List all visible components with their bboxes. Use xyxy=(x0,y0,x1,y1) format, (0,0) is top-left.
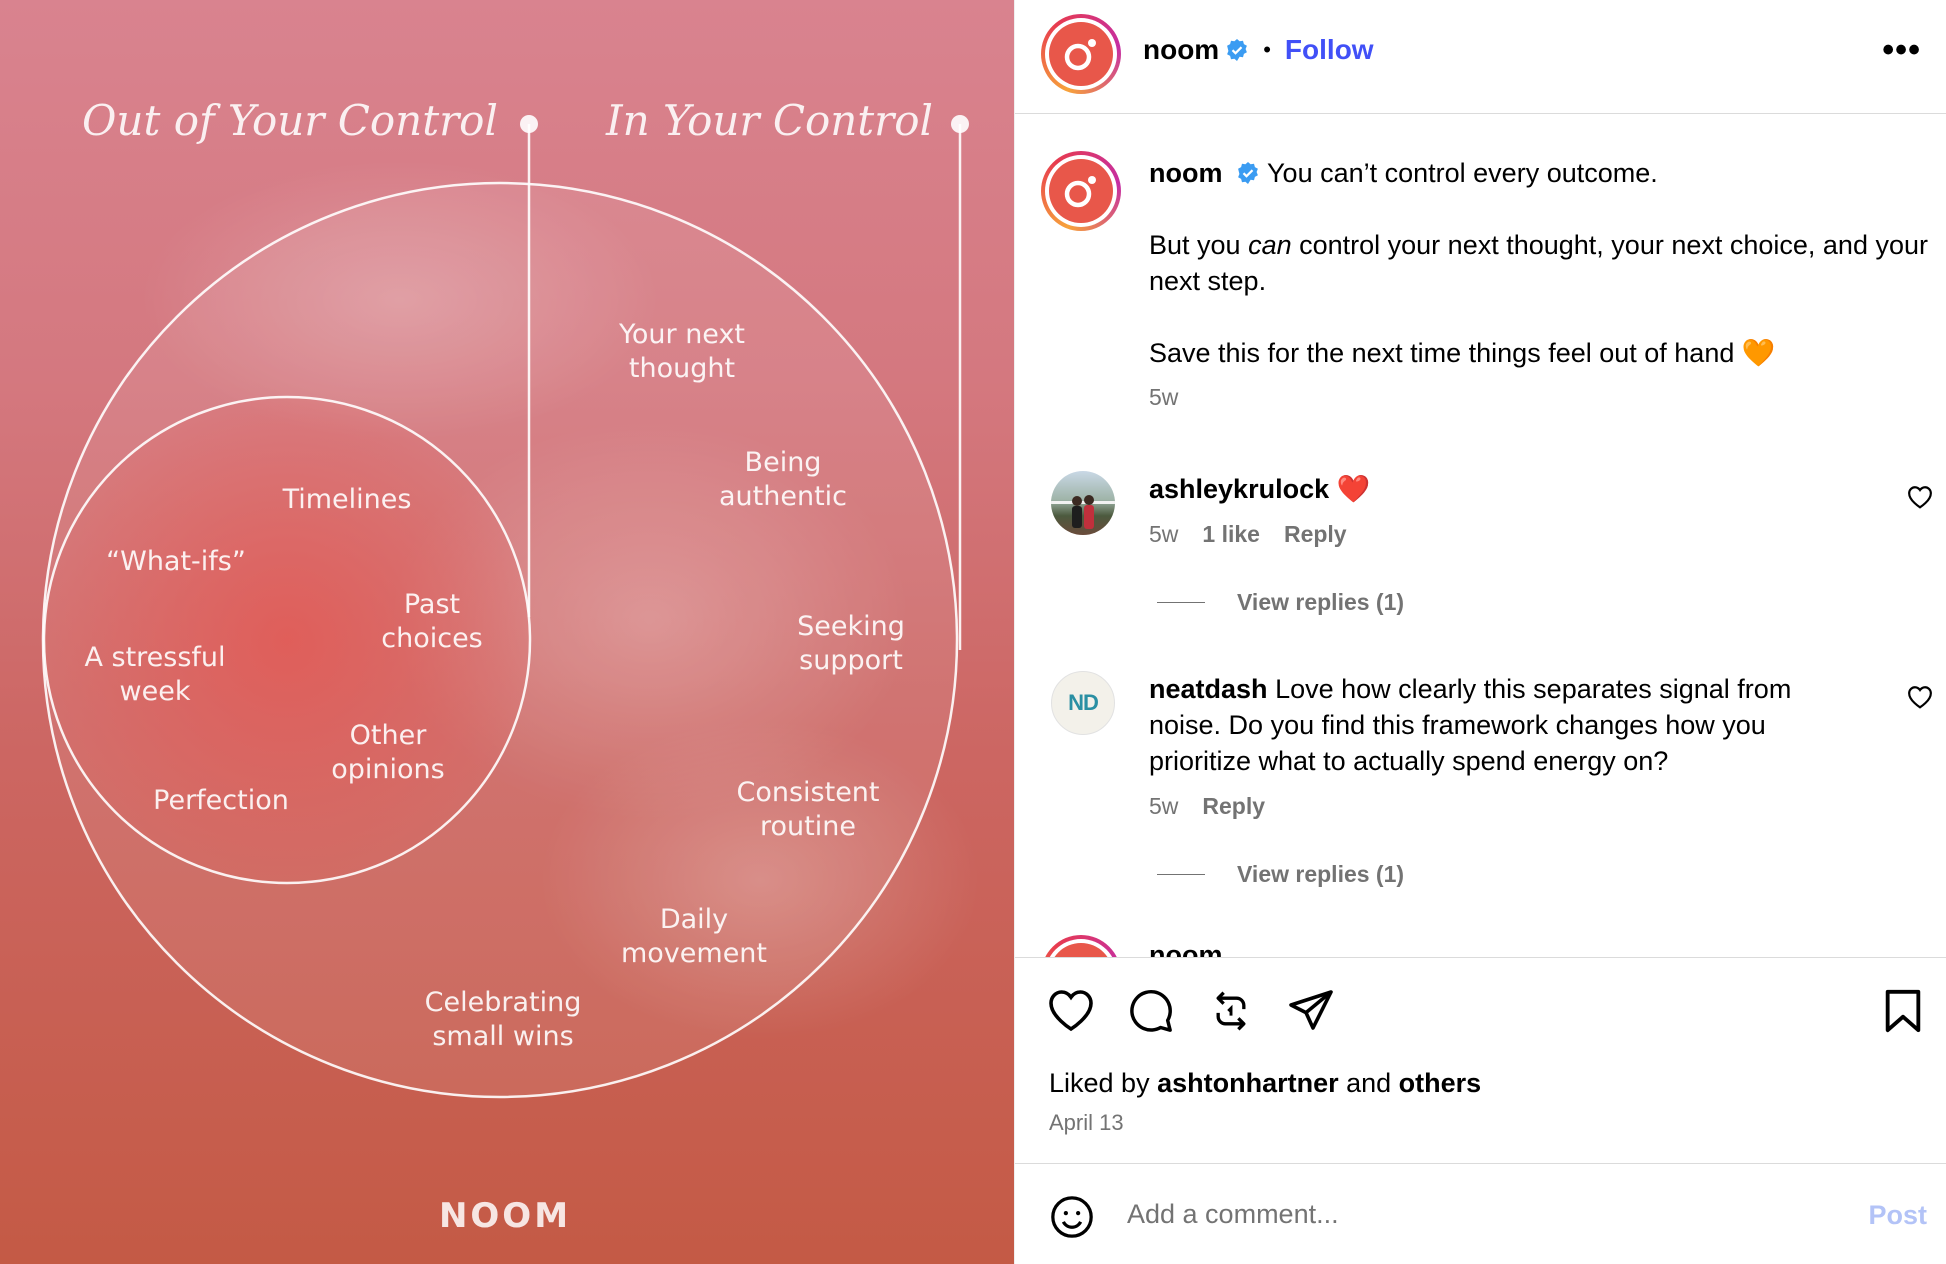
label-being-authentic: Being authentic xyxy=(718,447,848,512)
caption-timestamp[interactable]: 5w xyxy=(1149,379,1929,415)
comment-username[interactable]: noom xyxy=(1149,940,1223,957)
caption-line-1: You can’t control every outcome. xyxy=(1267,158,1658,188)
author-avatar[interactable] xyxy=(1041,14,1121,94)
avatar[interactable] xyxy=(1051,471,1115,535)
label-timelines: Timelines xyxy=(282,484,412,515)
liked-user-link[interactable]: ashtonhartner xyxy=(1157,1068,1339,1098)
emoji-smiley-icon[interactable] xyxy=(1049,1194,1095,1240)
heading-in-control: In Your Control xyxy=(606,96,933,145)
comment-bubble-icon[interactable] xyxy=(1127,988,1175,1034)
post-sidebar: noom • Follow ••• noom You can’t control… xyxy=(1014,0,1946,1264)
post-header: noom • Follow ••• xyxy=(1015,0,1946,114)
separator-dot: • xyxy=(1263,37,1271,62)
view-replies-button[interactable]: View replies (1) xyxy=(1157,589,1404,616)
author-username[interactable]: noom xyxy=(1143,34,1219,66)
comment-username[interactable]: neatdash xyxy=(1149,674,1268,704)
heading-out-of-control: Out of Your Control xyxy=(82,96,498,145)
comment-likes[interactable]: 1 like xyxy=(1202,521,1260,548)
like-comment-heart-icon[interactable] xyxy=(1907,685,1933,709)
comment-input[interactable] xyxy=(1127,1192,1787,1236)
label-what-ifs: “What-ifs” xyxy=(106,546,246,577)
noom-logo-icon xyxy=(1064,39,1096,71)
label-past-choices: Past choices xyxy=(381,589,483,654)
avatar[interactable] xyxy=(1041,935,1121,957)
repost-icon[interactable] xyxy=(1209,988,1253,1034)
like-heart-icon[interactable] xyxy=(1047,988,1095,1032)
brand-wordmark: NOOM xyxy=(438,1196,572,1236)
label-next-thought: Your next thought xyxy=(618,319,746,384)
label-consistent-routine: Consistent routine xyxy=(736,777,880,842)
verified-badge-icon xyxy=(1238,162,1258,184)
post-actions: Liked by ashtonhartner and others April … xyxy=(1015,957,1946,1163)
noom-logo-icon xyxy=(1064,176,1096,208)
verified-badge-icon xyxy=(1227,39,1248,61)
label-other-opinions: Other opinions xyxy=(331,720,445,785)
comment-text: ❤️ xyxy=(1336,474,1371,504)
view-replies-button[interactable]: View replies (1) xyxy=(1157,861,1404,888)
add-comment-bar: Post xyxy=(1015,1163,1946,1264)
post-comment-button[interactable]: Post xyxy=(1868,1200,1927,1231)
liked-by: Liked by ashtonhartner and others xyxy=(1049,1068,1482,1098)
person-photo-icon xyxy=(1051,495,1115,529)
caption-avatar[interactable] xyxy=(1041,151,1121,231)
comment-time[interactable]: 5w xyxy=(1149,793,1178,820)
caption-line-2: But you can control your next thought, y… xyxy=(1149,230,1928,296)
caption-line-3: Save this for the next time things feel … xyxy=(1149,338,1776,368)
caption-username[interactable]: noom xyxy=(1149,158,1223,188)
comment-username[interactable]: ashleykrulock xyxy=(1149,474,1329,504)
follow-button[interactable]: Follow xyxy=(1285,34,1374,66)
label-celebrating-wins: Celebrating small wins xyxy=(424,987,582,1052)
label-stressful-week: A stressful week xyxy=(84,642,226,707)
post-date[interactable]: April 13 xyxy=(1049,1110,1124,1136)
more-options-button[interactable]: ••• xyxy=(1882,33,1921,67)
label-seeking-support: Seeking support xyxy=(797,611,905,676)
label-daily-movement: Daily movement xyxy=(620,904,768,969)
label-perfection: Perfection xyxy=(153,785,289,816)
like-comment-heart-icon[interactable] xyxy=(1907,485,1933,509)
share-send-icon[interactable] xyxy=(1287,988,1335,1032)
save-bookmark-icon[interactable] xyxy=(1883,988,1923,1034)
avatar-initials: ND xyxy=(1068,690,1099,715)
post-image[interactable]: Out of Your Control In Your Control Time… xyxy=(0,0,1014,1264)
liked-others-link[interactable]: others xyxy=(1399,1068,1482,1098)
avatar[interactable]: ND xyxy=(1051,671,1115,735)
reply-button[interactable]: Reply xyxy=(1284,521,1347,548)
comments-scroll-area[interactable]: noom You can’t control every outcome. Bu… xyxy=(1015,115,1946,957)
reply-button[interactable]: Reply xyxy=(1202,793,1265,820)
comment-time[interactable]: 5w xyxy=(1149,521,1178,548)
